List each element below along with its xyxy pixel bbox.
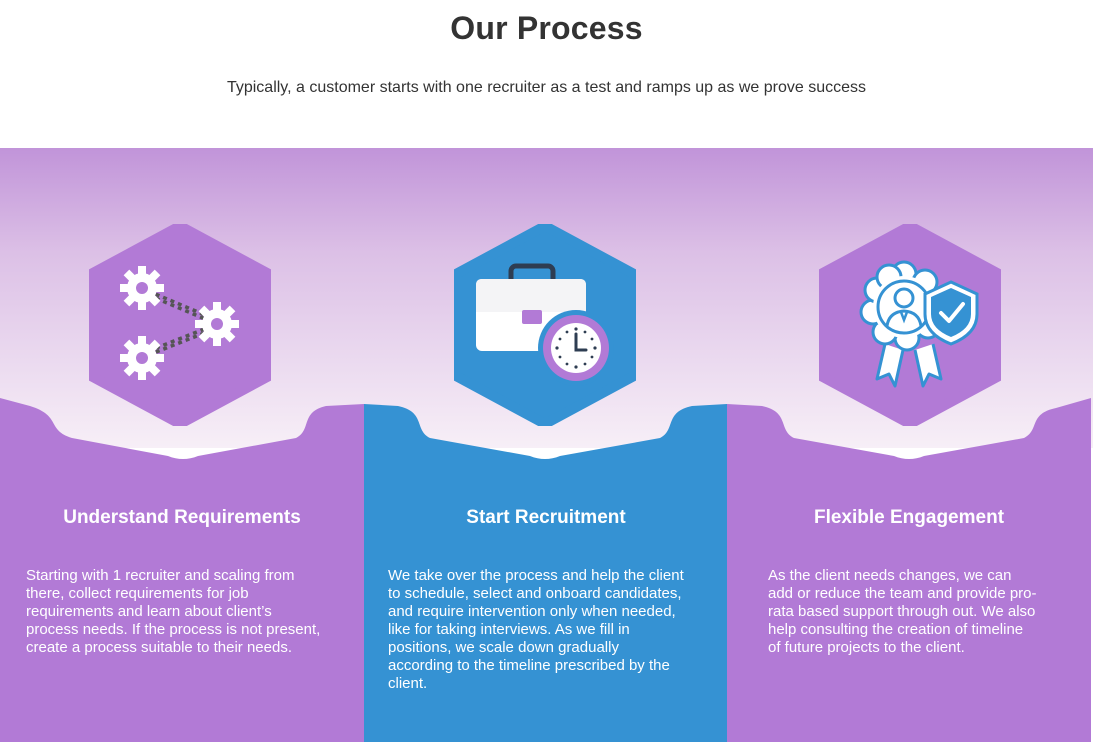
page-subtitle: Typically, a customer starts with one re… xyxy=(226,79,867,96)
step-text-engagement: As the client needs changes, we can add … xyxy=(768,567,1037,656)
step-1-hexagon xyxy=(89,224,271,426)
step-title-engagement: Flexible Engagement xyxy=(813,507,1005,528)
step-title-recruitment: Start Recruitment xyxy=(466,507,626,528)
step-text-recruitment: We take over the process and help the cl… xyxy=(388,567,684,692)
step-title-requirements: Understand Requirements xyxy=(63,507,301,528)
step-2-hexagon xyxy=(454,224,636,426)
page-title: Our Process xyxy=(450,10,643,46)
step-text-requirements: Starting with 1 recruiter and scaling fr… xyxy=(26,567,321,656)
step-3-hexagon xyxy=(819,224,1001,426)
